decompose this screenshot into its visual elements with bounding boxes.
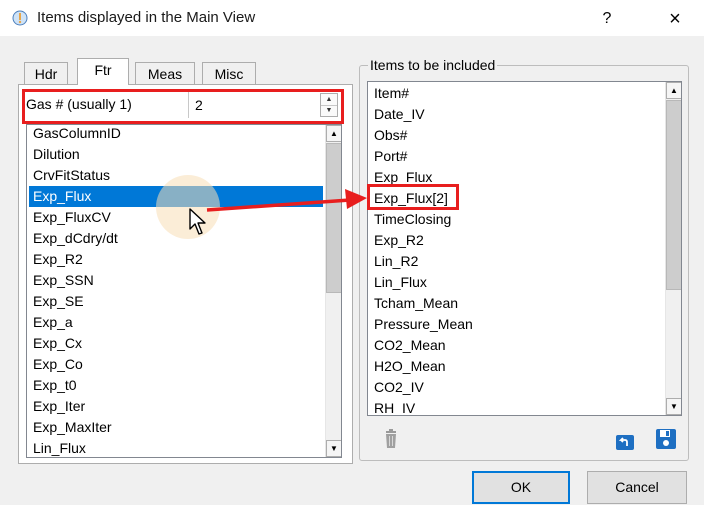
scroll-up-icon[interactable]: ▲ [326, 125, 341, 142]
title-bar: Items displayed in the Main View ? × [0, 0, 704, 36]
scroll-down-icon[interactable]: ▼ [326, 440, 341, 457]
info-icon [12, 10, 28, 26]
list-item[interactable]: Exp_SE [29, 291, 323, 312]
included-items-group-title: Items to be included [368, 57, 498, 73]
cancel-button[interactable]: Cancel [587, 471, 687, 504]
list-item[interactable]: CO2_Mean [370, 335, 663, 356]
tab-meas[interactable]: Meas [135, 62, 195, 84]
list-item[interactable]: Exp_Flux [370, 167, 663, 188]
scroll-thumb[interactable] [326, 143, 341, 293]
spin-down-icon[interactable]: ▼ [321, 105, 337, 116]
list-item[interactable]: Exp_Co [29, 354, 323, 375]
list-item[interactable]: Exp_MaxIter [29, 417, 323, 438]
list-item[interactable]: Pressure_Mean [370, 314, 663, 335]
list-item[interactable]: Date_IV [370, 104, 663, 125]
list-item[interactable]: CO2_IV [370, 377, 663, 398]
list-item[interactable]: Exp_a [29, 312, 323, 333]
close-button[interactable]: × [662, 6, 688, 32]
save-icon[interactable] [655, 428, 677, 450]
list-item[interactable]: Exp_t0 [29, 375, 323, 396]
left-list-scrollbar[interactable]: ▲ ▼ [325, 125, 341, 457]
undo-icon[interactable] [614, 430, 636, 452]
list-item[interactable]: RH_IV [370, 398, 663, 415]
trash-icon[interactable] [380, 428, 402, 450]
gas-number-input[interactable] [193, 93, 317, 117]
list-item[interactable]: H2O_Mean [370, 356, 663, 377]
list-item[interactable]: Lin_R2 [370, 251, 663, 272]
scroll-thumb[interactable] [666, 100, 681, 290]
included-items-list[interactable]: Item# Date_IV Obs# Port# Exp_Flux Exp_Fl… [367, 81, 682, 416]
window-title: Items displayed in the Main View [37, 9, 256, 26]
scroll-down-icon[interactable]: ▼ [666, 398, 681, 415]
list-item[interactable]: Port# [370, 146, 663, 167]
list-item[interactable]: Exp_Iter [29, 396, 323, 417]
list-item[interactable]: Dilution [29, 144, 323, 165]
list-item[interactable]: Exp_Flux[2] [370, 188, 663, 209]
available-items-list[interactable]: GasColumnID Dilution CrvFitStatus Exp_Fl… [26, 124, 342, 458]
list-item[interactable]: GasColumnID [29, 125, 323, 144]
list-item[interactable]: Tcham_Mean [370, 293, 663, 314]
list-item[interactable]: Exp_Cx [29, 333, 323, 354]
list-item[interactable]: TimeClosing [370, 209, 663, 230]
list-item[interactable]: Exp_R2 [370, 230, 663, 251]
scroll-up-icon[interactable]: ▲ [666, 82, 681, 99]
tab-ftr[interactable]: Ftr [77, 58, 129, 85]
list-item[interactable]: Item# [370, 83, 663, 104]
gas-number-label: Gas # (usually 1) [26, 96, 132, 112]
right-list-scrollbar[interactable]: ▲ ▼ [665, 82, 681, 415]
list-item[interactable]: Lin_Flux [370, 272, 663, 293]
list-item[interactable]: Lin_Flux [29, 438, 323, 457]
help-button[interactable]: ? [594, 6, 620, 32]
gas-number-spinner[interactable]: ▲ ▼ [320, 93, 338, 117]
ok-button[interactable]: OK [472, 471, 570, 504]
tab-misc[interactable]: Misc [202, 62, 256, 84]
list-item[interactable]: Obs# [370, 125, 663, 146]
mouse-pointer-icon [189, 208, 206, 235]
list-item[interactable]: Exp_R2 [29, 249, 323, 270]
tab-hdr[interactable]: Hdr [24, 62, 68, 84]
divider [188, 92, 189, 118]
list-item[interactable]: Exp_SSN [29, 270, 323, 291]
